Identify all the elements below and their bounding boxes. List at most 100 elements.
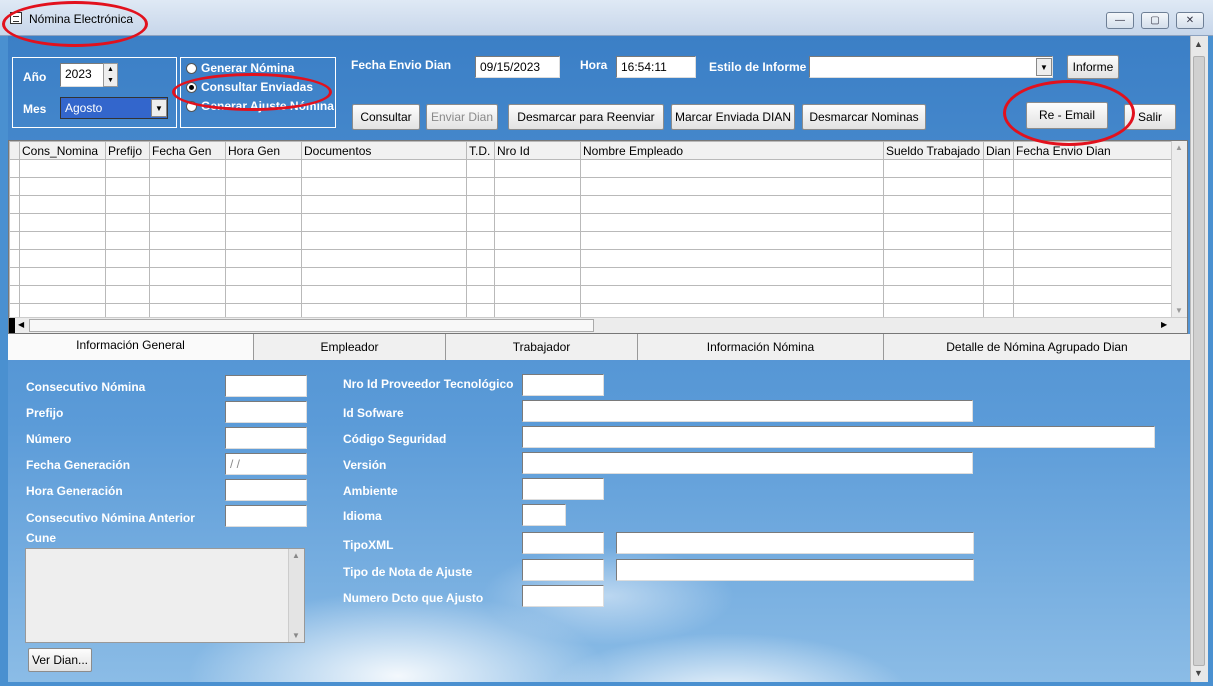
table-cell[interactable] (105, 249, 150, 268)
row-selector[interactable] (9, 231, 20, 250)
consecutivo-field[interactable] (225, 375, 307, 397)
table-cell[interactable] (494, 177, 581, 196)
grid-header-cell[interactable]: Nro Id (494, 141, 581, 160)
table-cell[interactable] (1013, 231, 1174, 250)
grid-header-cell[interactable]: Prefijo (105, 141, 150, 160)
chevron-down-icon[interactable]: ▼ (1036, 58, 1052, 76)
row-selector[interactable] (9, 177, 20, 196)
tab-detalle-nomina[interactable]: Detalle de Nómina Agrupado Dian (884, 334, 1190, 360)
table-cell[interactable] (580, 267, 884, 286)
table-cell[interactable] (225, 267, 302, 286)
table-cell[interactable] (466, 231, 495, 250)
tab-empleador[interactable]: Empleador (254, 334, 446, 360)
window-vscroll[interactable]: ▲ ▼ (1190, 36, 1208, 682)
tab-informacion-nomina[interactable]: Información Nómina (638, 334, 884, 360)
fecha-envio-input[interactable]: 09/15/2023 (475, 56, 560, 78)
table-cell[interactable] (466, 195, 495, 214)
table-cell[interactable] (494, 159, 581, 178)
table-cell[interactable] (225, 195, 302, 214)
table-cell[interactable] (149, 267, 226, 286)
table-cell[interactable] (494, 195, 581, 214)
row-selector[interactable] (9, 195, 20, 214)
enviar-dian-button[interactable]: Enviar Dian (426, 104, 498, 130)
radio-consultar-enviadas-label[interactable]: Consultar Enviadas (201, 80, 313, 94)
row-selector[interactable] (9, 213, 20, 232)
row-selector[interactable] (9, 285, 20, 304)
tab-informacion-general[interactable]: Información General (8, 334, 254, 360)
table-cell[interactable] (1013, 267, 1174, 286)
table-cell[interactable] (225, 249, 302, 268)
scroll-down-icon[interactable]: ▼ (1175, 306, 1183, 315)
table-cell[interactable] (883, 249, 984, 268)
radio-generar-ajuste[interactable] (186, 101, 197, 112)
table-cell[interactable] (1013, 195, 1174, 214)
table-cell[interactable] (466, 177, 495, 196)
row-selector[interactable] (9, 249, 20, 268)
table-cell[interactable] (301, 159, 467, 178)
table-row[interactable] (9, 213, 1174, 232)
numero-field[interactable] (225, 427, 307, 449)
table-cell[interactable] (301, 177, 467, 196)
tipo-xml-field[interactable] (522, 532, 604, 554)
table-cell[interactable] (105, 213, 150, 232)
grid-header-cell[interactable]: Fecha Envio Dian (1013, 141, 1174, 160)
table-cell[interactable] (580, 177, 884, 196)
consecutivo-anterior-field[interactable] (225, 505, 307, 527)
table-cell[interactable] (301, 285, 467, 304)
grid-header-cell[interactable]: Cons_Nomina (19, 141, 106, 160)
table-row[interactable] (9, 285, 1174, 304)
table-cell[interactable] (19, 195, 106, 214)
table-cell[interactable] (19, 213, 106, 232)
scroll-up-icon[interactable]: ▲ (292, 551, 300, 560)
dcto-ajusto-field[interactable] (522, 585, 604, 607)
table-cell[interactable] (494, 213, 581, 232)
idioma-field[interactable] (522, 504, 566, 526)
scroll-down-icon[interactable]: ▼ (292, 631, 300, 640)
grid-hscroll[interactable]: ◀ ▶ (9, 317, 1187, 333)
table-cell[interactable] (105, 285, 150, 304)
table-cell[interactable] (149, 195, 226, 214)
table-cell[interactable] (19, 285, 106, 304)
prefijo-field[interactable] (225, 401, 307, 423)
tipo-xml-desc-field[interactable] (616, 532, 974, 554)
table-cell[interactable] (580, 195, 884, 214)
radio-generar-nomina[interactable] (186, 63, 197, 74)
table-cell[interactable] (149, 231, 226, 250)
grid-header-cell[interactable]: Fecha Gen (149, 141, 226, 160)
version-field[interactable] (522, 452, 973, 474)
marcar-enviada-button[interactable]: Marcar Enviada DIAN (671, 104, 795, 130)
table-cell[interactable] (494, 267, 581, 286)
table-cell[interactable] (883, 267, 984, 286)
scroll-down-icon[interactable]: ▼ (1194, 668, 1203, 678)
grid-header-cell[interactable]: T.D. (466, 141, 495, 160)
table-cell[interactable] (105, 159, 150, 178)
codigo-seguridad-field[interactable] (522, 426, 1155, 448)
maximize-button[interactable]: ▢ (1141, 12, 1169, 29)
ver-dian-button[interactable]: Ver Dian... (28, 648, 92, 672)
consultar-button[interactable]: Consultar (352, 104, 420, 130)
re-email-button[interactable]: Re - Email (1026, 102, 1108, 129)
table-cell[interactable] (580, 249, 884, 268)
table-cell[interactable] (1013, 249, 1174, 268)
table-cell[interactable] (883, 213, 984, 232)
tipo-nota-desc-field[interactable] (616, 559, 974, 581)
table-cell[interactable] (225, 177, 302, 196)
grid-header-cell[interactable]: Documentos (301, 141, 467, 160)
chevron-down-icon[interactable]: ▼ (151, 99, 167, 117)
table-cell[interactable] (494, 249, 581, 268)
grid-vscroll[interactable]: ▲ ▼ (1171, 141, 1187, 317)
tab-trabajador[interactable]: Trabajador (446, 334, 638, 360)
fecha-generacion-field[interactable]: / / (225, 453, 307, 475)
scroll-up-icon[interactable]: ▲ (1194, 39, 1203, 49)
table-cell[interactable] (580, 159, 884, 178)
table-row[interactable] (9, 159, 1174, 178)
table-row[interactable] (9, 249, 1174, 268)
table-row[interactable] (9, 231, 1174, 250)
table-cell[interactable] (1013, 285, 1174, 304)
grid-header-cell[interactable]: Hora Gen (225, 141, 302, 160)
desmarcar-nominas-button[interactable]: Desmarcar Nominas (802, 104, 926, 130)
table-cell[interactable] (466, 285, 495, 304)
tipo-nota-field[interactable] (522, 559, 604, 581)
table-cell[interactable] (1013, 213, 1174, 232)
table-cell[interactable] (580, 285, 884, 304)
